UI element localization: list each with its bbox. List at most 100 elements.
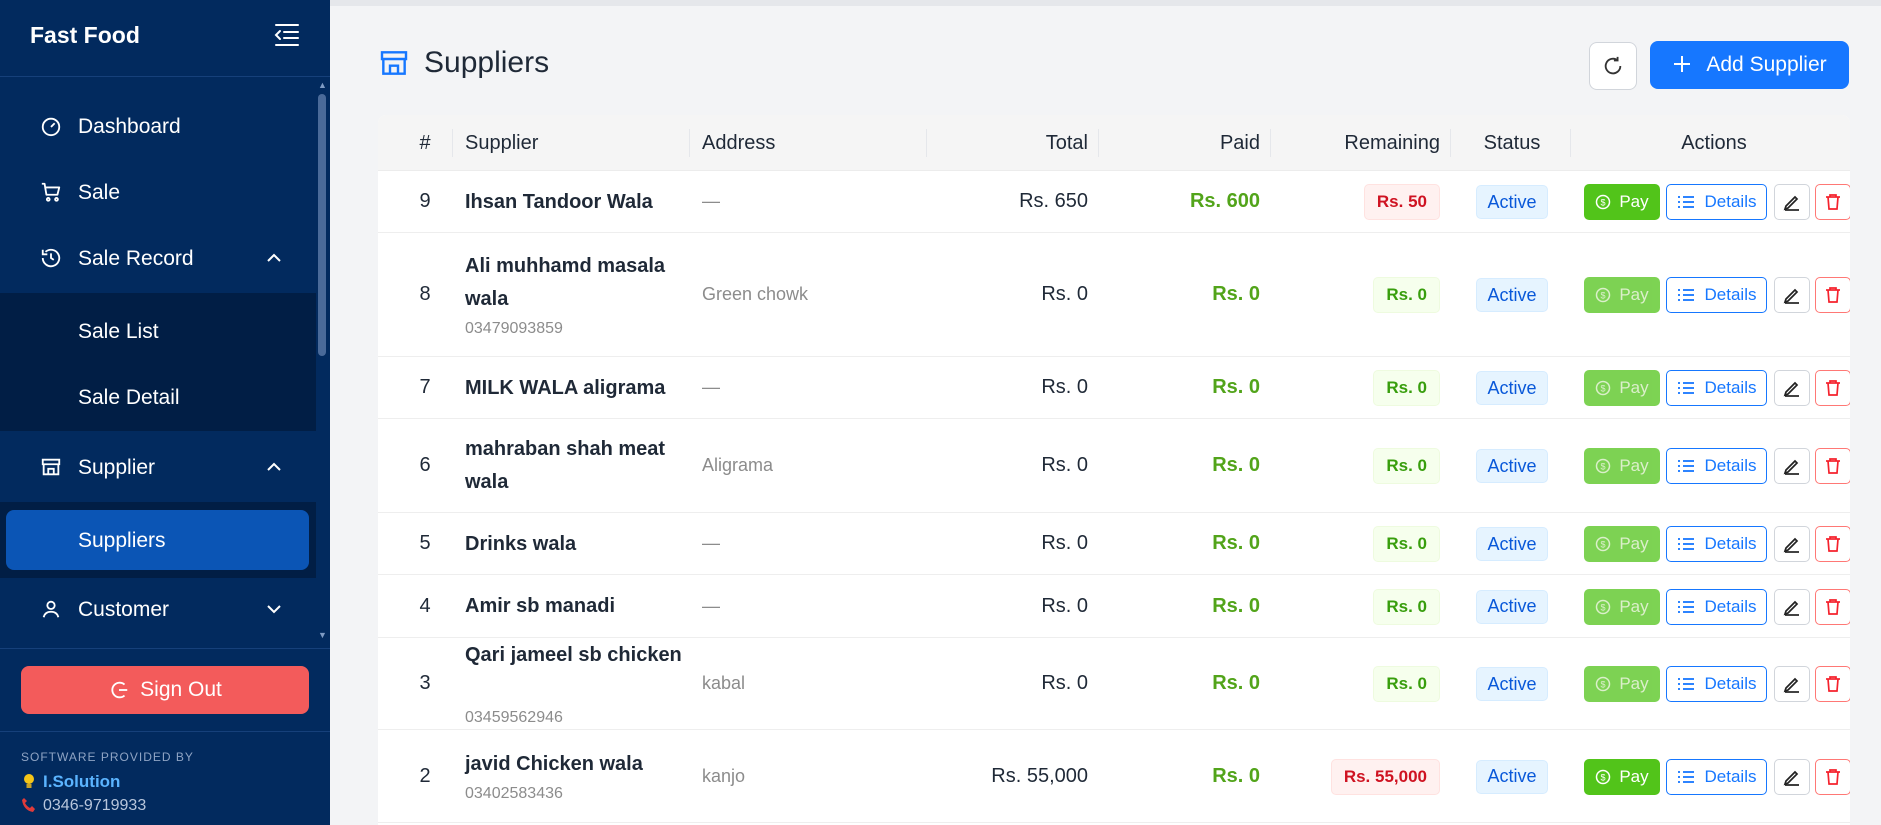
delete-icon xyxy=(1824,457,1842,475)
sidebar-item-customer[interactable]: Customer xyxy=(0,577,316,640)
list-icon xyxy=(1677,598,1695,616)
dollar-circle-icon: $ xyxy=(1595,458,1611,474)
cart-icon xyxy=(40,181,64,205)
details-button[interactable]: Details xyxy=(1666,277,1767,313)
col-paid: Paid xyxy=(1219,131,1260,154)
row-number: 8 xyxy=(419,283,431,305)
delete-button[interactable] xyxy=(1815,184,1850,220)
supplier-name: Qari jameel sb chicken xyxy=(465,644,682,666)
sidebar-scrollbar[interactable] xyxy=(318,94,326,356)
sidebar-item-sale-record[interactable]: Sale Record xyxy=(0,226,316,292)
edit-button[interactable] xyxy=(1774,666,1810,702)
edit-button[interactable] xyxy=(1774,370,1810,406)
refresh-icon xyxy=(1604,56,1622,75)
delete-button[interactable] xyxy=(1815,758,1850,795)
pay-button[interactable]: $ Pay xyxy=(1584,277,1660,313)
sidebar-item-dashboard[interactable]: Dashboard xyxy=(0,94,316,160)
dashboard-icon xyxy=(40,115,64,139)
pay-button[interactable]: $ Pay xyxy=(1584,448,1660,484)
edit-button[interactable] xyxy=(1774,758,1810,795)
sidebar-item-supplier[interactable]: Supplier xyxy=(0,435,316,501)
col-status: Status xyxy=(1483,131,1541,154)
supplier-phone: 03402583436 xyxy=(465,785,563,802)
edit-icon xyxy=(1783,768,1801,786)
delete-button[interactable] xyxy=(1815,448,1850,484)
sidebar-item-sale[interactable]: Sale xyxy=(0,160,316,226)
sidebar-item-suppliers[interactable]: Suppliers xyxy=(78,529,166,553)
delete-button[interactable] xyxy=(1815,277,1850,313)
total-amount: Rs. 0 xyxy=(1041,594,1088,617)
table-row: 2 javid Chicken wala 03402583436 kanjo Rs. 5… xyxy=(378,730,1850,823)
delete-icon xyxy=(1824,675,1842,693)
supplier-address: — xyxy=(702,595,720,616)
edit-icon xyxy=(1783,457,1801,475)
total-amount: Rs. 0 xyxy=(1041,376,1088,398)
sidebar-item-sale-detail[interactable]: Sale Detail xyxy=(78,386,180,410)
details-button[interactable]: Details xyxy=(1666,526,1767,562)
row-number: 3 xyxy=(419,672,431,694)
delete-button[interactable] xyxy=(1815,666,1850,702)
details-label: Details xyxy=(1704,596,1757,616)
pay-button[interactable]: $ Pay xyxy=(1584,526,1660,562)
scroll-down-arrow[interactable]: ▼ xyxy=(318,630,327,640)
sign-out-button[interactable]: Sign Out xyxy=(21,666,309,714)
refresh-button[interactable] xyxy=(1589,42,1637,90)
svg-text:$: $ xyxy=(1601,291,1606,301)
details-button[interactable]: Details xyxy=(1666,666,1767,702)
add-supplier-button[interactable]: Add Supplier xyxy=(1650,41,1849,89)
row-number: 5 xyxy=(419,532,431,554)
details-button[interactable]: Details xyxy=(1666,184,1767,220)
details-button[interactable]: Details xyxy=(1666,370,1767,406)
edit-button[interactable] xyxy=(1774,526,1810,562)
collapse-menu-button[interactable] xyxy=(272,20,302,50)
edit-button[interactable] xyxy=(1774,184,1810,220)
bulb-icon xyxy=(21,773,39,791)
pay-button[interactable]: $ Pay xyxy=(1584,758,1660,795)
phone-icon xyxy=(21,797,39,815)
total-amount: Rs. 0 xyxy=(1041,454,1088,476)
pay-button[interactable]: $ Pay xyxy=(1584,666,1660,702)
dollar-circle-icon: $ xyxy=(1595,380,1611,396)
provided-by-label: SOFTWARE PROVIDED BY xyxy=(21,750,194,764)
edit-button[interactable] xyxy=(1774,277,1810,313)
row-number: 7 xyxy=(419,376,431,398)
pay-button[interactable]: $ Pay xyxy=(1584,588,1660,625)
table-row: 4 Amir sb manadi — Rs. 0 Rs. 0 Rs. 0 Active $ Pa… xyxy=(378,575,1850,638)
edit-icon xyxy=(1783,598,1801,616)
pay-button[interactable]: $ Pay xyxy=(1584,370,1660,406)
user-icon xyxy=(40,598,64,622)
scroll-up-arrow[interactable]: ▲ xyxy=(318,80,327,90)
delete-icon xyxy=(1824,598,1842,616)
details-button[interactable]: Details xyxy=(1666,448,1767,484)
supplier-address: — xyxy=(702,191,720,211)
col-total: Total xyxy=(1045,131,1088,154)
supplier-address: kanjo xyxy=(702,765,746,786)
pay-button[interactable]: $ Pay xyxy=(1584,184,1660,220)
dollar-circle-icon: $ xyxy=(1595,536,1611,552)
list-icon xyxy=(1677,286,1695,304)
signout-section: Sign Out xyxy=(0,648,330,732)
delete-icon xyxy=(1824,286,1842,304)
list-icon xyxy=(1677,535,1695,553)
pay-label: Pay xyxy=(1619,378,1649,397)
delete-button[interactable] xyxy=(1815,588,1850,625)
delete-button[interactable] xyxy=(1815,526,1850,562)
delete-button[interactable] xyxy=(1815,370,1850,406)
supplier-address: Green chowk xyxy=(702,284,809,304)
supplier-name: Amir sb manadi xyxy=(465,595,616,617)
table-header: # Supplier Address Total Paid Remaining … xyxy=(378,115,1850,171)
menu-fold-icon xyxy=(274,24,299,46)
edit-button[interactable] xyxy=(1774,448,1810,484)
details-button[interactable]: Details xyxy=(1666,758,1767,795)
list-icon xyxy=(1677,379,1695,397)
delete-icon xyxy=(1824,193,1842,211)
remaining-badge: Rs. 0 xyxy=(1373,448,1440,484)
paid-amount: Rs. 0 xyxy=(1212,376,1260,398)
sidebar-item-sale-list[interactable]: Sale List xyxy=(78,320,159,344)
paid-amount: Rs. 0 xyxy=(1212,672,1260,694)
col-number: # xyxy=(419,131,431,154)
supplier-name: Ihsan Tandoor Wala xyxy=(465,190,653,213)
edit-button[interactable] xyxy=(1774,588,1810,625)
sidebar-item-label: Sale xyxy=(78,181,121,204)
details-button[interactable]: Details xyxy=(1666,588,1767,625)
